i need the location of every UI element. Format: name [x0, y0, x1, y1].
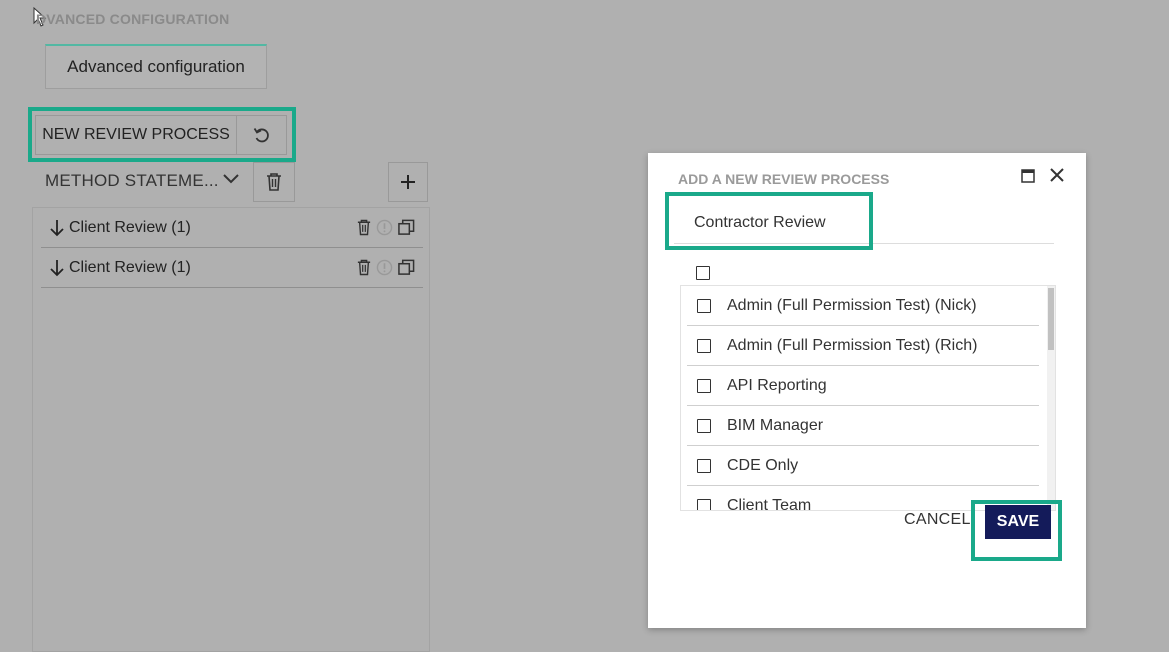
list-item-label: API Reporting [727, 376, 827, 394]
copy-icon[interactable] [398, 259, 415, 276]
item-checkbox[interactable] [697, 418, 711, 433]
list-item-label: Admin (Full Permission Test) (Nick) [727, 296, 977, 314]
dialog-title: ADD A NEW REVIEW PROCESS [678, 171, 890, 187]
close-icon[interactable] [1049, 167, 1065, 188]
list-item[interactable]: CDE Only [687, 446, 1039, 486]
add-button[interactable] [388, 162, 428, 202]
review-row[interactable]: Client Review (1) [41, 248, 423, 288]
review-row-label: Client Review (1) [69, 258, 191, 276]
tab-advanced-configuration[interactable]: Advanced configuration [45, 44, 267, 89]
info-icon[interactable] [376, 219, 393, 236]
trash-icon[interactable] [357, 219, 371, 236]
trash-icon[interactable] [357, 259, 371, 276]
list-item-label: CDE Only [727, 456, 799, 474]
list-item[interactable]: Admin (Full Permission Test) (Nick) [687, 286, 1039, 326]
cancel-button[interactable]: CANCEL [904, 511, 971, 529]
list-item-label: Client Team [727, 496, 812, 511]
info-icon[interactable] [376, 259, 393, 276]
review-toolbar: NEW REVIEW PROCESS [35, 115, 287, 155]
list-item[interactable]: API Reporting [687, 366, 1039, 406]
item-checkbox[interactable] [697, 458, 711, 473]
list-item-label: BIM Manager [727, 416, 824, 434]
new-review-process-button[interactable]: NEW REVIEW PROCESS [35, 115, 237, 155]
list-scrollbar[interactable] [1047, 286, 1055, 510]
item-checkbox[interactable] [697, 338, 711, 353]
undo-button[interactable] [237, 115, 287, 155]
list-item[interactable]: BIM Manager [687, 406, 1039, 446]
list-item[interactable]: Admin (Full Permission Test) (Rich) [687, 326, 1039, 366]
scrollbar-thumb[interactable] [1048, 288, 1054, 350]
plus-icon [401, 175, 415, 189]
copy-icon[interactable] [398, 219, 415, 236]
delete-method-button[interactable] [253, 162, 295, 202]
arrow-down-icon [50, 259, 64, 276]
add-review-process-dialog: ADD A NEW REVIEW PROCESS Admin (Full Per… [648, 153, 1086, 628]
arrow-down-icon [50, 219, 64, 236]
item-checkbox[interactable] [697, 378, 711, 393]
row-actions [357, 219, 415, 236]
permission-list: Admin (Full Permission Test) (Nick) Admi… [680, 285, 1056, 511]
maximize-icon[interactable] [1021, 169, 1035, 188]
list-item-label: Admin (Full Permission Test) (Rich) [727, 336, 978, 354]
undo-icon [253, 128, 269, 143]
review-row[interactable]: Client Review (1) [41, 208, 423, 248]
row-actions [357, 259, 415, 276]
save-button[interactable]: SAVE [985, 505, 1051, 539]
review-process-list: Client Review (1) Client Review (1) [32, 207, 430, 652]
review-row-label: Client Review (1) [69, 218, 191, 236]
select-all-checkbox[interactable] [696, 266, 710, 280]
item-checkbox[interactable] [697, 298, 711, 313]
chevron-down-icon[interactable] [220, 168, 242, 190]
trash-icon [267, 173, 281, 191]
item-checkbox[interactable] [697, 498, 711, 510]
review-name-input[interactable] [674, 202, 1054, 244]
section-title: DVANCED CONFIGURATION [36, 11, 230, 27]
method-statement-select[interactable]: METHOD STATEME... [45, 171, 219, 191]
